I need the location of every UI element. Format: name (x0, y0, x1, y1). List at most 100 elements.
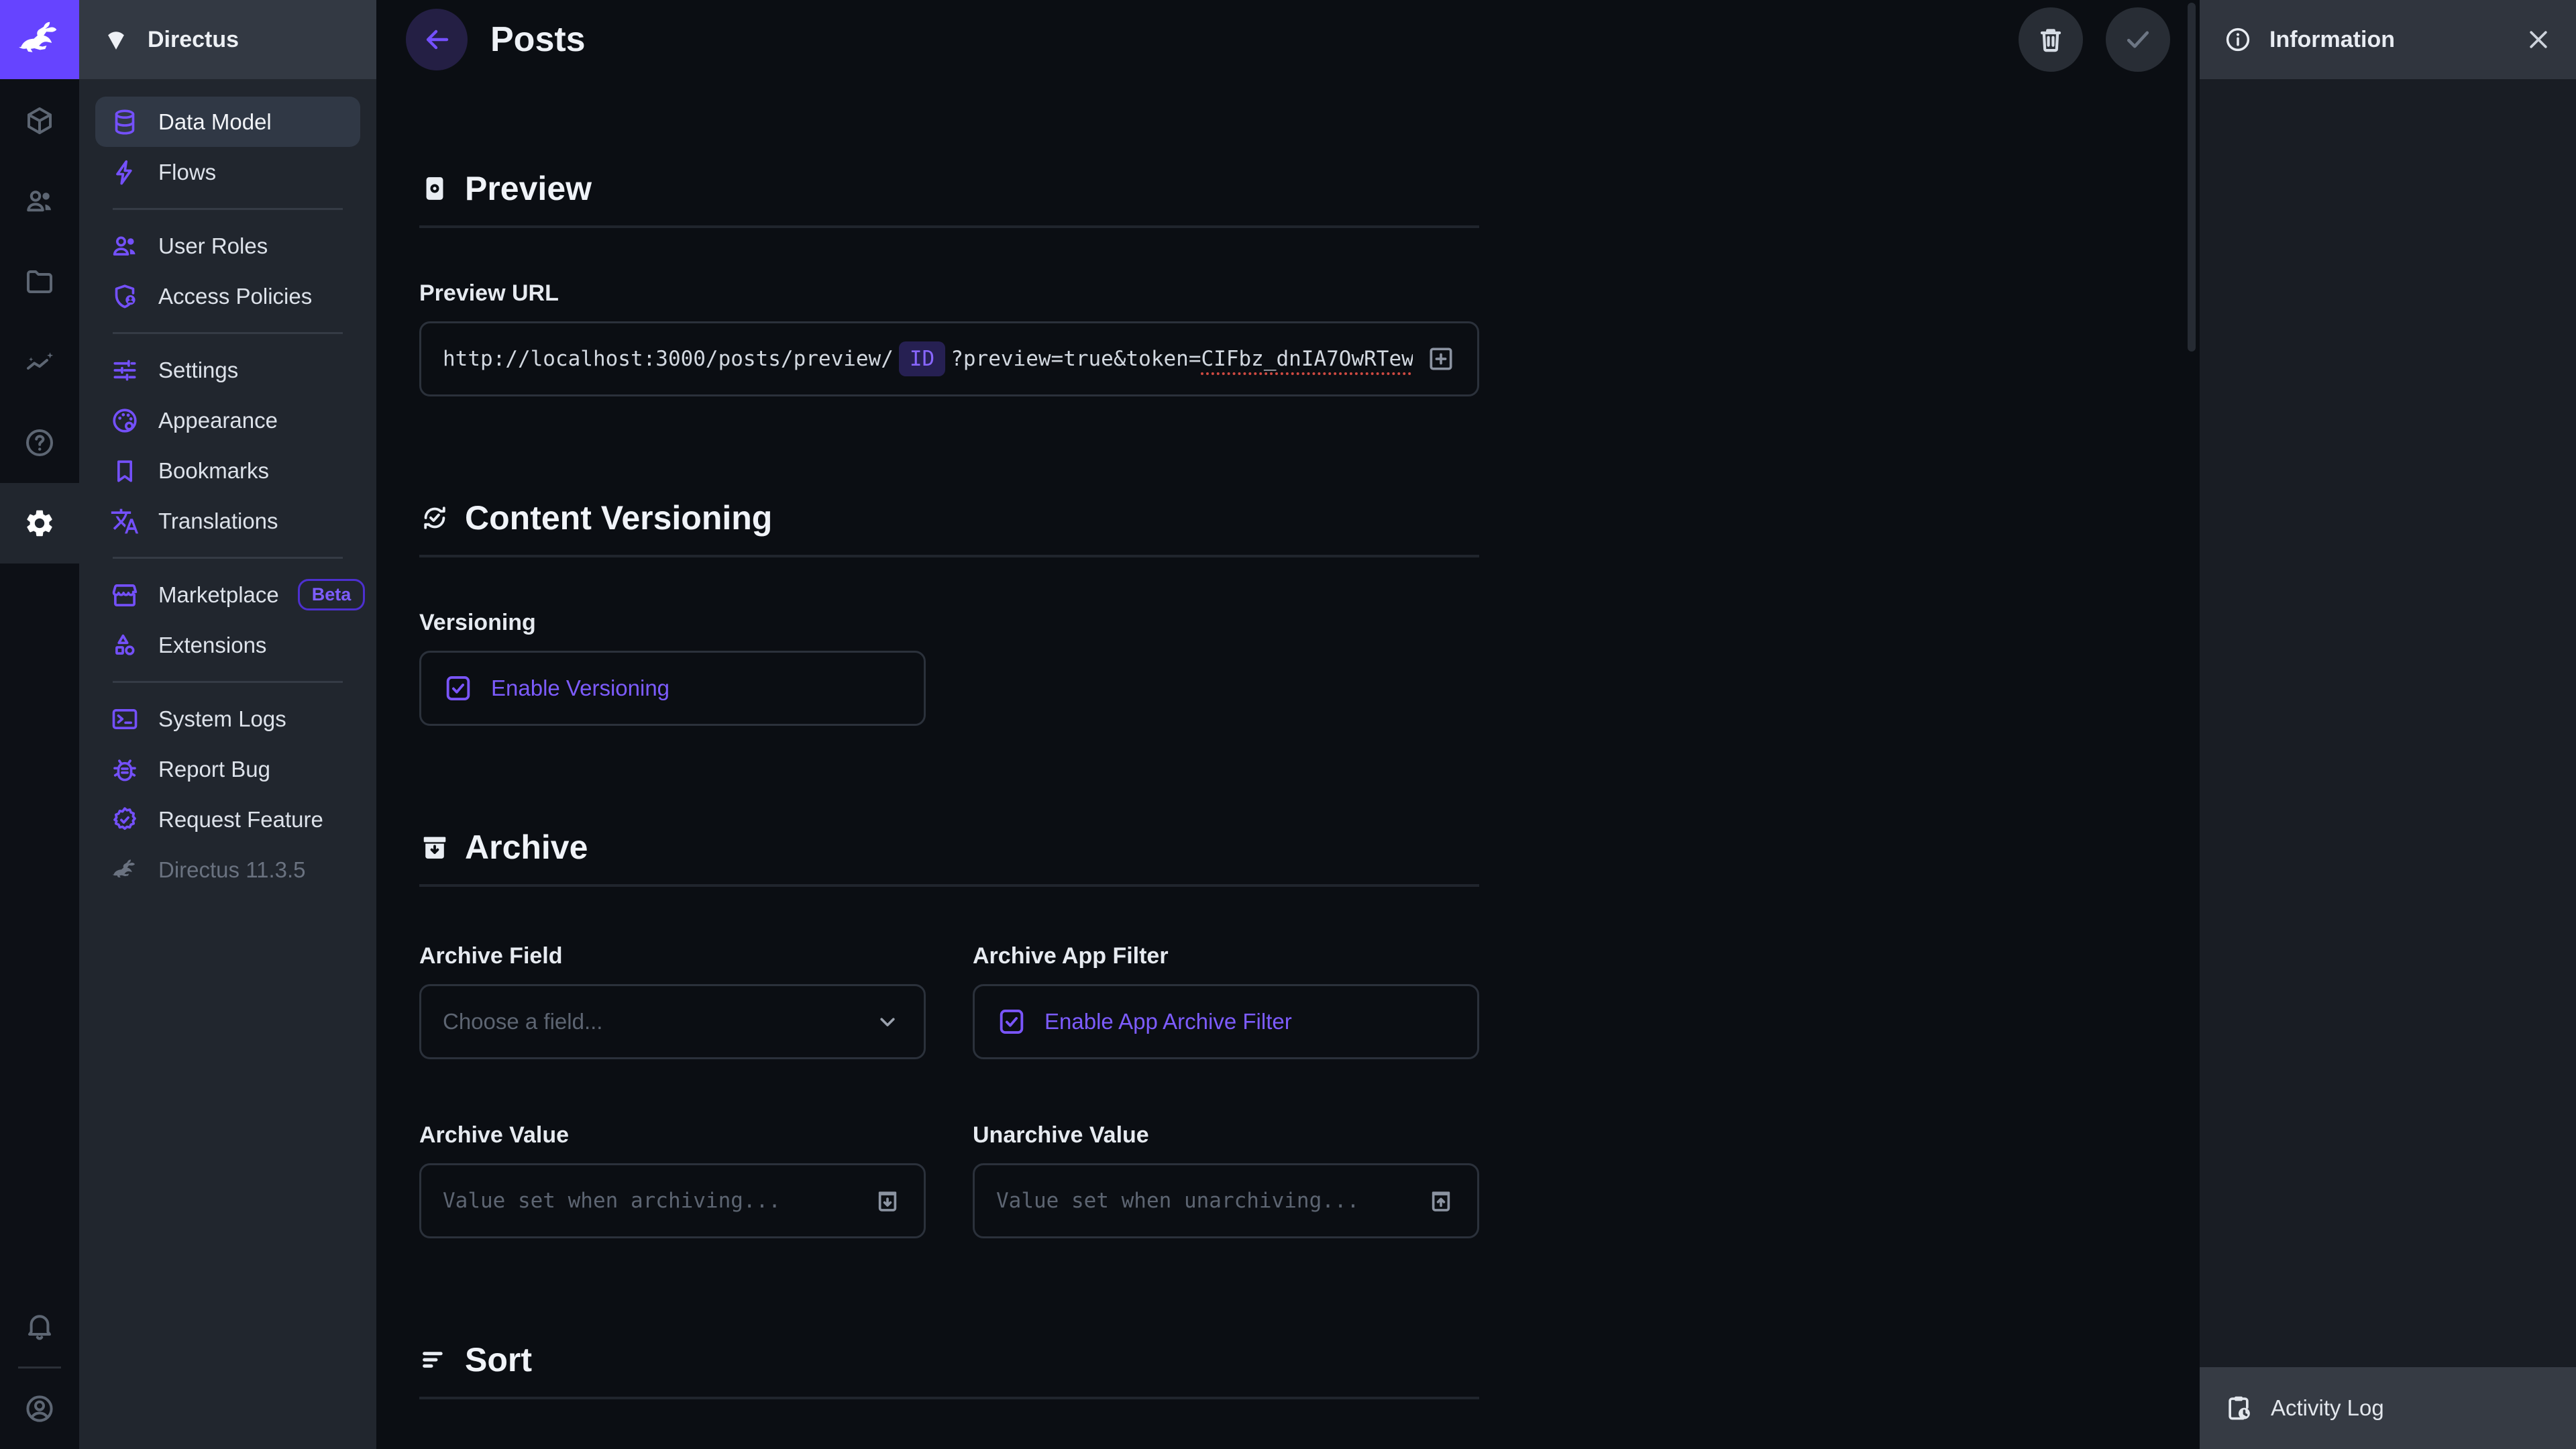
account-circle-icon (23, 1393, 56, 1425)
archive-app-filter-field: Archive App Filter Enable App Archive Fi… (973, 943, 1479, 1059)
module-insights-button[interactable] (0, 322, 79, 402)
archive-value-input-wrap[interactable] (419, 1163, 926, 1238)
info-icon (2224, 25, 2252, 54)
info-sidebar: Information Activity Log (2200, 0, 2576, 1449)
enable-app-archive-filter-checkbox[interactable]: Enable App Archive Filter (973, 984, 1479, 1059)
sidebar-item-appearance[interactable]: Appearance (95, 395, 360, 445)
delete-collection-button[interactable] (2019, 7, 2083, 72)
sidebar-item-label: Appearance (158, 408, 278, 433)
sidebar-item-report-bug[interactable]: Report Bug (95, 744, 360, 794)
unarchive-value-field: Unarchive Value (973, 1122, 1479, 1238)
section-rule (419, 555, 1479, 557)
sidebar-item-bookmarks[interactable]: Bookmarks (95, 445, 360, 496)
archive-value-label: Archive Value (419, 1122, 926, 1148)
sidebar-item-label: Extensions (158, 633, 266, 658)
activity-log-label: Activity Log (2271, 1395, 2384, 1421)
versioning-label: Versioning (419, 610, 1479, 636)
nav-divider (113, 557, 343, 559)
module-content-button[interactable] (0, 80, 79, 161)
close-icon (2525, 26, 2552, 53)
archive-field: Archive Field (419, 943, 926, 1059)
add-box-icon[interactable] (1426, 344, 1456, 374)
sidebar-item-data-model[interactable]: Data Model (95, 97, 360, 147)
unarchive-value-input-wrap[interactable] (973, 1163, 1479, 1238)
sidebar-item-label: Marketplace (158, 582, 279, 608)
info-panel-header: Information (2200, 0, 2576, 79)
module-users-button[interactable] (0, 161, 79, 241)
sidebar-item-translations[interactable]: Translations (95, 496, 360, 546)
module-files-button[interactable] (0, 241, 79, 322)
sidebar: Directus Data Model Flows User Roles Acc… (79, 0, 376, 1449)
sidebar-item-label: Flows (158, 160, 216, 185)
nav-divider (113, 332, 343, 334)
sidebar-item-flows[interactable]: Flows (95, 147, 360, 197)
sidebar-item-request-feature[interactable]: Request Feature (95, 794, 360, 845)
sidebar-item-version[interactable]: Directus 11.3.5 (95, 845, 360, 895)
settings-form: Preview Preview URL http://localhost:300… (376, 169, 1522, 1449)
version-label: Directus 11.3.5 (158, 857, 306, 883)
section-versioning-title: Content Versioning (419, 498, 1479, 537)
main-content: Posts Preview Preview URL http:// (376, 0, 2200, 1449)
rabbit-logo-icon (15, 15, 64, 64)
arrow-left-icon (421, 23, 453, 56)
archive-value-input[interactable] (443, 1189, 859, 1213)
check-icon (2123, 24, 2153, 55)
sidebar-item-label: System Logs (158, 706, 286, 732)
notifications-button[interactable] (0, 1286, 79, 1366)
nav-divider (113, 208, 343, 210)
account-button[interactable] (0, 1368, 79, 1449)
bell-icon (23, 1310, 56, 1342)
section-archive-title: Archive (419, 828, 1479, 867)
sidebar-item-label: Report Bug (158, 757, 270, 782)
help-icon (23, 427, 56, 459)
database-icon (110, 107, 140, 137)
close-sidebar-button[interactable] (2525, 26, 2552, 53)
scrollbar-thumb[interactable] (2188, 3, 2196, 352)
beta-badge: Beta (298, 579, 366, 610)
module-bar (0, 0, 79, 1449)
archive-field-input[interactable] (443, 1009, 873, 1034)
module-settings-button[interactable] (0, 483, 79, 564)
save-button[interactable] (2106, 7, 2170, 72)
main-header: Posts (376, 0, 2200, 79)
sidebar-item-label: Translations (158, 508, 278, 534)
archive-value-field: Archive Value (419, 1122, 926, 1238)
rabbit-icon (110, 855, 140, 885)
gear-icon (23, 507, 56, 539)
seal-check-icon (110, 805, 140, 835)
section-content-versioning: Content Versioning Versioning Enable Ver… (419, 498, 1479, 726)
bookmark-icon (110, 456, 140, 486)
archive-field-select[interactable] (419, 984, 926, 1059)
section-preview: Preview Preview URL http://localhost:300… (419, 169, 1479, 396)
sidebar-item-settings[interactable]: Settings (95, 345, 360, 395)
sidebar-item-access-policies[interactable]: Access Policies (95, 271, 360, 321)
preview-url-field[interactable]: http://localhost:3000/posts/preview/ ID … (419, 321, 1479, 396)
id-variable-chip[interactable]: ID (899, 341, 945, 376)
archive-icon (419, 832, 450, 863)
sidebar-item-user-roles[interactable]: User Roles (95, 221, 360, 271)
sidebar-item-label: Request Feature (158, 807, 323, 833)
archive-field-label: Archive Field (419, 943, 926, 969)
archive-app-filter-label: Archive App Filter (973, 943, 1479, 969)
folder-icon (23, 266, 56, 298)
url-token: CIFbz_dnIA7OwRTewJFC79aQoDl (1201, 347, 1413, 371)
sidebar-item-marketplace[interactable]: Marketplace Beta (95, 570, 360, 620)
project-switcher[interactable]: Directus (79, 0, 376, 79)
section-rule (419, 225, 1479, 228)
sidebar-item-extensions[interactable]: Extensions (95, 620, 360, 670)
enable-versioning-checkbox[interactable]: Enable Versioning (419, 651, 926, 726)
info-panel-title: Information (2269, 27, 2395, 53)
activity-log-toggle[interactable]: Activity Log (2200, 1367, 2576, 1449)
url-query: ?preview=true&token= (951, 347, 1201, 371)
module-help-button[interactable] (0, 402, 79, 483)
directus-logo[interactable] (0, 0, 79, 79)
nav-divider (113, 681, 343, 683)
section-archive: Archive Archive Field Archive App Filter (419, 828, 1479, 1238)
back-button[interactable] (406, 9, 468, 70)
section-sort: Sort Sort Field (419, 1340, 1479, 1449)
unarchive-up-icon (1426, 1186, 1456, 1216)
unarchive-value-input[interactable] (996, 1189, 1413, 1213)
sidebar-item-system-logs[interactable]: System Logs (95, 694, 360, 744)
published-with-changes-icon (419, 502, 450, 533)
settings-nav: Data Model Flows User Roles Access Polic… (79, 79, 376, 895)
